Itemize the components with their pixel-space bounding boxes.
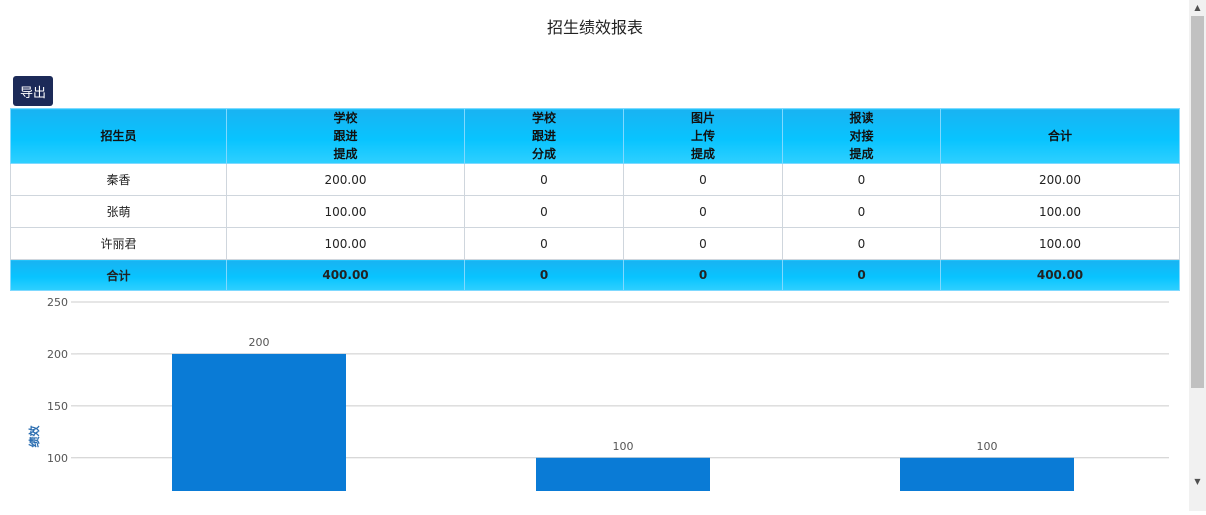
cell-value: 0	[623, 227, 783, 260]
scroll-down-arrow-icon[interactable]: ▼	[1189, 474, 1206, 489]
footer-value: 0	[464, 259, 624, 291]
header-enrollment-docking-commission[interactable]: 报读 对接 提成	[782, 108, 941, 164]
y-tick-label: 100	[47, 452, 68, 465]
y-axis-label: 绩效	[27, 425, 41, 448]
footer-value: 400.00	[226, 259, 465, 291]
table-row: 张萌 100.00 0 0 0 100.00	[10, 195, 1180, 228]
y-tick-label: 200	[47, 348, 68, 361]
cell-value: 0	[464, 227, 624, 260]
cell-total: 100.00	[940, 195, 1180, 228]
header-image-upload-commission[interactable]: 图片 上传 提成	[623, 108, 783, 164]
table-header-row: 招生员 学校 跟进 提成 学校 跟进 分成 图片 上传 提成 报读 对接 提成 …	[10, 108, 1180, 164]
table-row: 许丽君 100.00 0 0 0 100.00	[10, 227, 1180, 260]
header-recruiter[interactable]: 招生员	[10, 108, 227, 164]
footer-total: 400.00	[940, 259, 1180, 291]
performance-table: 招生员 学校 跟进 提成 学校 跟进 分成 图片 上传 提成 报读 对接 提成 …	[10, 108, 1180, 291]
cell-value: 100.00	[226, 195, 465, 228]
header-school-followup-share[interactable]: 学校 跟进 分成	[464, 108, 624, 164]
bar	[536, 457, 710, 491]
scrollbar-thumb[interactable]	[1191, 16, 1204, 388]
scroll-up-arrow-icon[interactable]: ▲	[1189, 0, 1206, 15]
cell-value: 0	[623, 195, 783, 228]
cell-value: 100.00	[226, 227, 465, 260]
export-button[interactable]: 导出	[13, 76, 53, 106]
y-tick-label: 250	[47, 296, 68, 309]
vertical-scrollbar[interactable]: ▲ ▼	[1189, 0, 1206, 511]
cell-value: 0	[464, 163, 624, 196]
footer-value: 0	[782, 259, 941, 291]
bar-chart-svg: 100 150 200 250 绩效 200 100 100	[27, 296, 1169, 491]
bar	[900, 457, 1074, 491]
y-tick-label: 150	[47, 400, 68, 413]
bar-data-label: 200	[249, 336, 270, 349]
cell-recruiter: 秦香	[10, 163, 227, 196]
bar-data-label: 100	[977, 440, 998, 453]
footer-value: 0	[623, 259, 783, 291]
footer-label: 合计	[10, 259, 227, 291]
page-title: 招生绩效报表	[546, 18, 643, 37]
cell-value: 200.00	[226, 163, 465, 196]
bar	[172, 353, 346, 491]
cell-total: 100.00	[940, 227, 1180, 260]
table-row: 秦香 200.00 0 0 0 200.00	[10, 163, 1180, 196]
cell-value: 0	[782, 163, 941, 196]
table-footer-row: 合计 400.00 0 0 0 400.00	[10, 259, 1180, 291]
cell-recruiter: 张萌	[10, 195, 227, 228]
cell-value: 0	[782, 195, 941, 228]
header-school-followup-commission[interactable]: 学校 跟进 提成	[226, 108, 465, 164]
header-total[interactable]: 合计	[940, 108, 1180, 164]
bar-data-label: 100	[613, 440, 634, 453]
cell-value: 0	[464, 195, 624, 228]
cell-value: 0	[782, 227, 941, 260]
cell-recruiter: 许丽君	[10, 227, 227, 260]
cell-value: 0	[623, 163, 783, 196]
cell-total: 200.00	[940, 163, 1180, 196]
bar-chart: 100 150 200 250 绩效 200 100 100	[0, 290, 1190, 511]
